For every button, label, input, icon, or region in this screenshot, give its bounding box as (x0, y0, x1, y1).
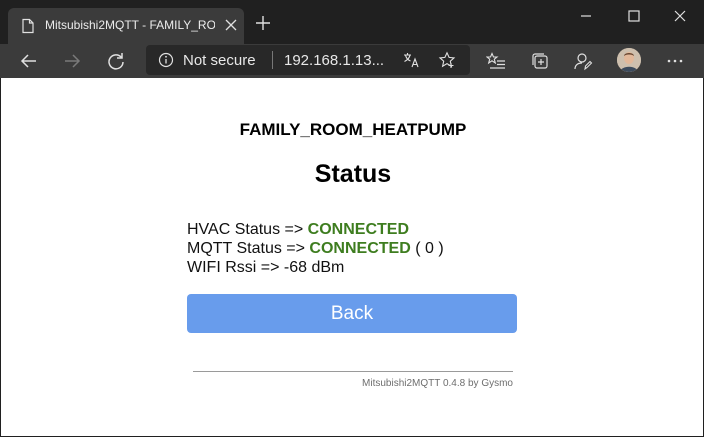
wifi-rssi-line: WIFI Rssi => -68 dBm (187, 258, 444, 277)
browser-toolbar: Not secure 192.168.1.13... (0, 44, 704, 78)
browser-window: Mitsubishi2MQTT - FAMILY_ROOM_HEATPUMP (0, 0, 704, 437)
translate-icon[interactable] (402, 51, 420, 69)
info-icon[interactable] (158, 52, 174, 68)
favorites-list-icon[interactable] (486, 51, 506, 71)
more-icon[interactable] (665, 51, 685, 71)
status-lines: HVAC Status => CONNECTED MQTT Status => … (187, 220, 444, 277)
page-icon (22, 18, 34, 34)
hvac-status-label: HVAC Status => (187, 221, 304, 238)
tab-title: Mitsubishi2MQTT - FAMILY_ROOM_HEATPUMP (45, 18, 215, 32)
tab-strip: Mitsubishi2MQTT - FAMILY_ROOM_HEATPUMP (0, 0, 704, 44)
page-title: Status (314, 160, 392, 188)
close-icon[interactable] (224, 18, 238, 32)
refresh-icon[interactable] (106, 51, 126, 71)
footer-version: Mitsubishi2MQTT 0.4.8 by Gysmo (362, 378, 513, 389)
back-button[interactable]: Back (187, 294, 517, 333)
avatar[interactable] (617, 48, 641, 72)
address-divider (272, 51, 273, 69)
collections-icon[interactable] (530, 51, 550, 71)
minimize-icon[interactable] (576, 8, 596, 24)
wifi-rssi-value: -68 dBm (283, 259, 345, 276)
footer-divider (193, 371, 513, 372)
address-bar[interactable]: Not secure 192.168.1.13... (146, 45, 470, 75)
plus-icon[interactable] (254, 14, 272, 32)
mqtt-status-code: ( 0 ) (415, 240, 444, 257)
page-viewport: FAMILY_ROOM_HEATPUMP Status HVAC Status … (1, 78, 703, 436)
mqtt-status-value: CONNECTED (309, 240, 411, 257)
hvac-status-value: CONNECTED (307, 221, 409, 238)
window-close-icon[interactable] (670, 8, 690, 24)
url-text[interactable]: 192.168.1.13... (284, 52, 384, 69)
mqtt-status-label: MQTT Status => (187, 240, 305, 257)
maximize-icon[interactable] (624, 8, 644, 24)
hvac-status-line: HVAC Status => CONNECTED (187, 220, 444, 239)
feedback-icon[interactable] (573, 51, 593, 71)
device-name: FAMILY_ROOM_HEATPUMP (239, 120, 467, 139)
browser-tab[interactable]: Mitsubishi2MQTT - FAMILY_ROOM_HEATPUMP (8, 8, 244, 44)
forward-arrow-icon[interactable] (62, 51, 82, 71)
security-label[interactable]: Not secure (183, 52, 256, 69)
profile-photo-icon (617, 48, 641, 72)
favorite-star-icon[interactable] (438, 51, 456, 69)
back-arrow-icon[interactable] (19, 51, 39, 71)
wifi-rssi-label: WIFI Rssi => (187, 259, 280, 276)
mqtt-status-line: MQTT Status => CONNECTED ( 0 ) (187, 239, 444, 258)
